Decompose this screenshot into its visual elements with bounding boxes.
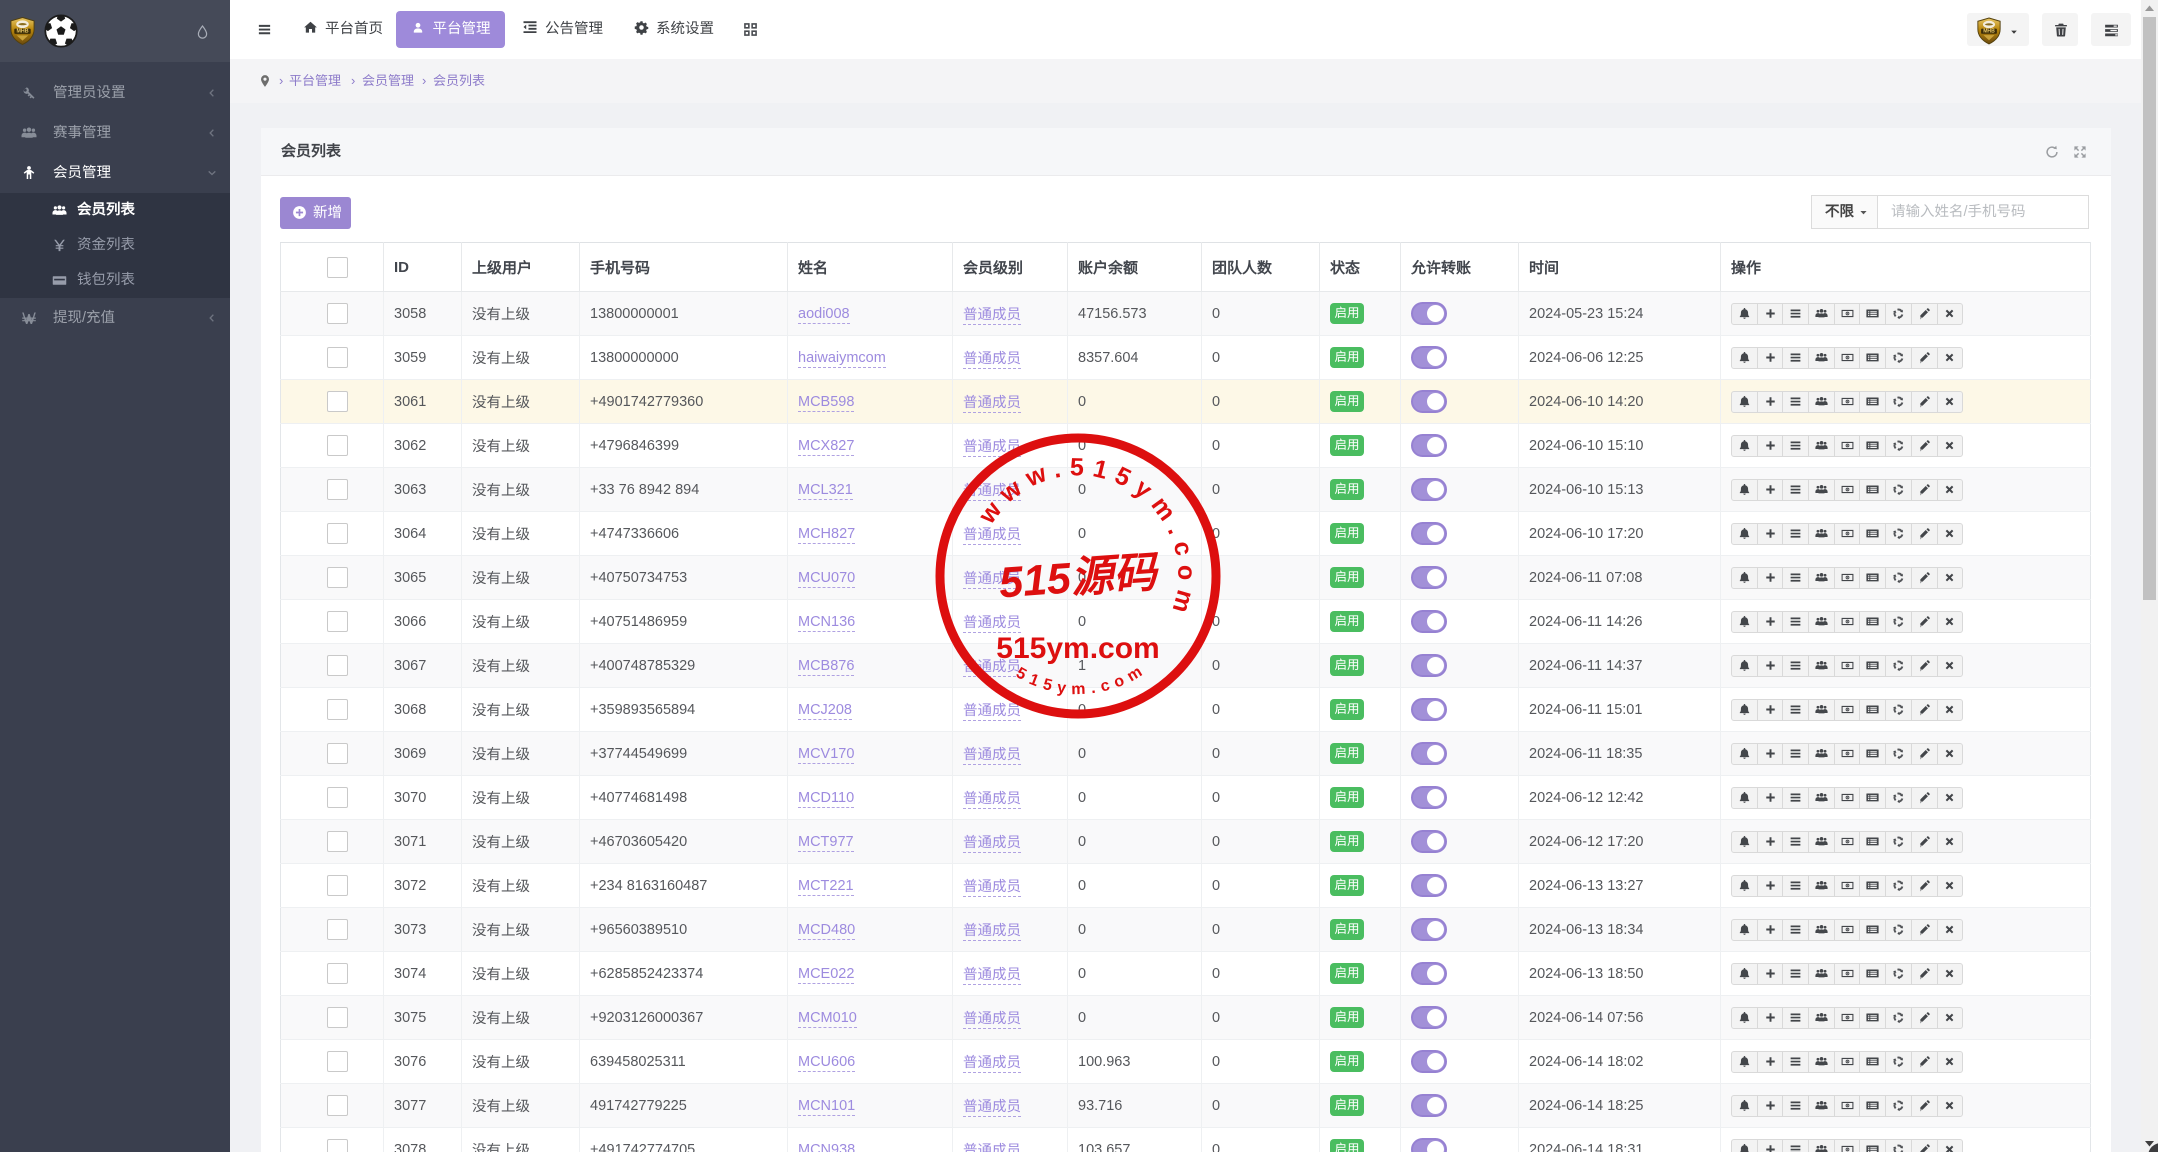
svg-text:515源码: 515源码 [997,548,1162,607]
svg-text:MHB: MHB [1983,29,1995,35]
svg-text:MHB: MHB [16,29,28,35]
svg-text:515ym.com: 515ym.com [1013,660,1150,698]
svg-text:515ym.com: 515ym.com [996,632,1159,665]
